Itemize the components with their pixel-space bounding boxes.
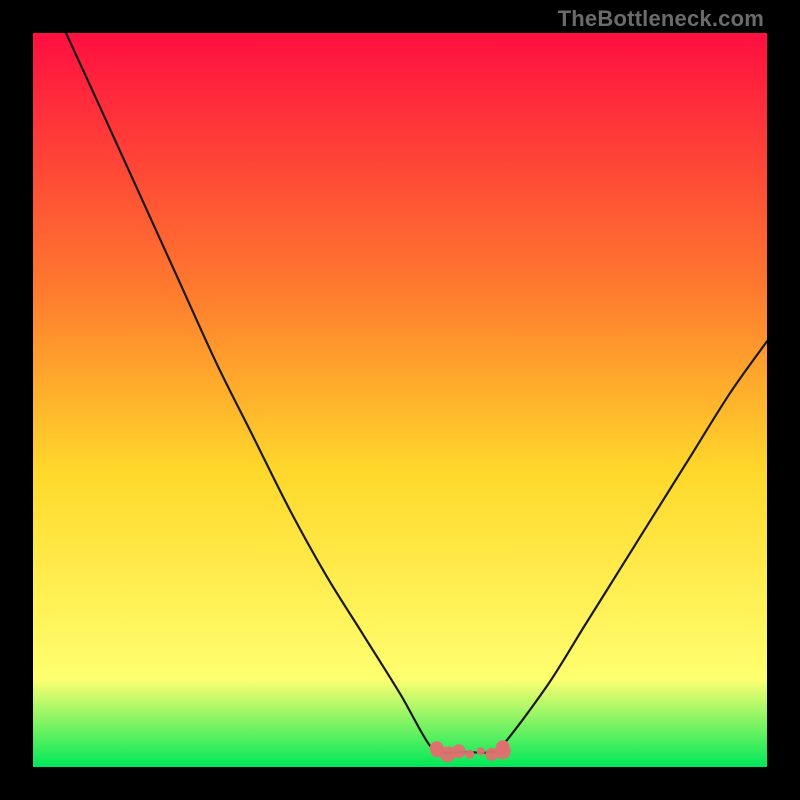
frame-right: [767, 0, 800, 800]
frame-left: [0, 0, 33, 800]
bottleneck-chart: [33, 33, 767, 767]
watermark-text: TheBottleneck.com: [558, 6, 764, 32]
gradient-background: [33, 33, 767, 767]
frame-bottom: [0, 767, 800, 800]
chart-stage: TheBottleneck.com: [0, 0, 800, 800]
